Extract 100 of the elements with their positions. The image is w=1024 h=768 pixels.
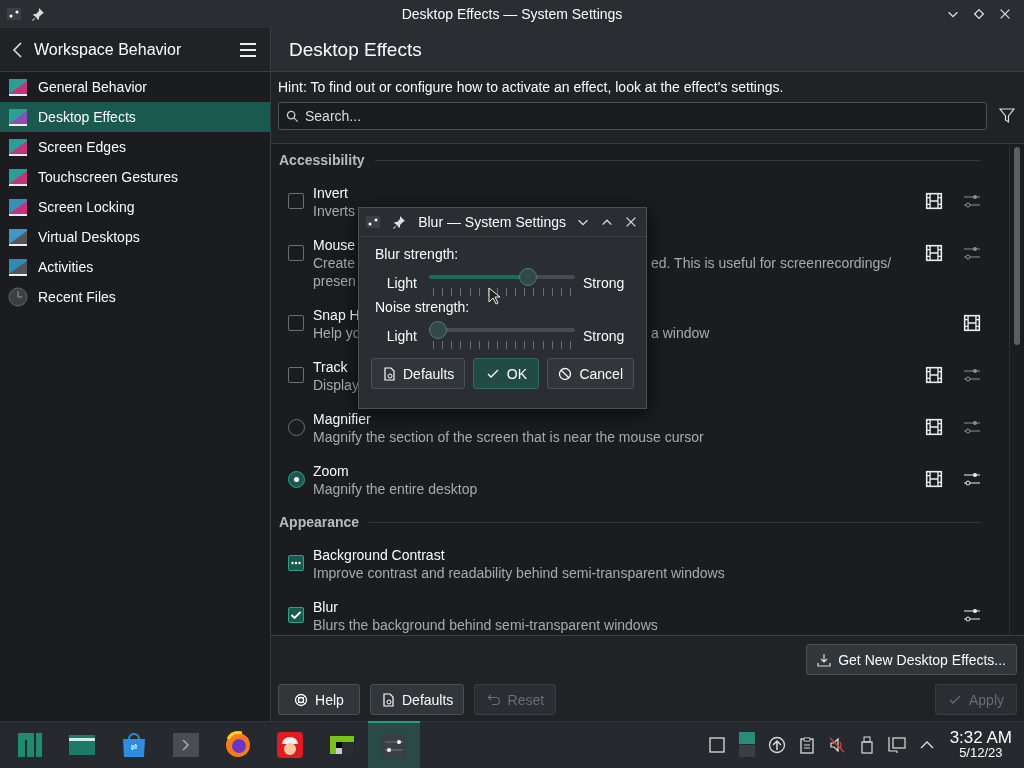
- effect-description: ed. This is useful for screenrecordings/: [651, 254, 892, 272]
- effect-description: Inverts: [313, 202, 355, 220]
- app-icon: [365, 214, 381, 230]
- effect-checkbox[interactable]: [288, 607, 304, 623]
- bag-icon: [120, 731, 148, 759]
- slider-max-label: Strong: [583, 327, 626, 344]
- slider-min-label: Light: [385, 327, 417, 344]
- cancel-icon: [558, 366, 573, 381]
- sidebar-item[interactable]: Activities: [0, 252, 270, 282]
- close-icon[interactable]: [998, 7, 1012, 21]
- sidebar-item[interactable]: Desktop Effects: [0, 102, 270, 132]
- effect-description: presen: [313, 272, 356, 290]
- clock-time[interactable]: 3:32 AM: [949, 730, 1012, 745]
- section-title: Appearance: [279, 514, 360, 530]
- video-icon[interactable]: [925, 470, 943, 488]
- app-icon: [6, 6, 22, 22]
- back-icon[interactable]: [12, 40, 24, 59]
- get-new-button[interactable]: Get New Desktop Effects...: [806, 644, 1017, 675]
- effect-description: Create: [313, 254, 356, 272]
- effect-title: Zoom: [313, 462, 349, 480]
- dialog-title: Blur — System Settings: [418, 214, 566, 230]
- effect-title: Track: [313, 358, 348, 376]
- update-icon[interactable]: [767, 736, 786, 754]
- strength-slider[interactable]: [429, 320, 575, 351]
- screen-icon: [8, 77, 28, 97]
- slider-min-label: Light: [385, 274, 417, 291]
- game-icon: [276, 731, 304, 759]
- configure-icon[interactable]: [963, 606, 981, 624]
- pin-icon[interactable]: [30, 6, 46, 22]
- video-icon[interactable]: [925, 418, 943, 436]
- video-icon[interactable]: [925, 192, 943, 210]
- sidebar-item[interactable]: General Behavior: [0, 72, 270, 102]
- browser-icon: [224, 731, 252, 759]
- undo-icon: [486, 692, 501, 707]
- video-icon[interactable]: [925, 366, 943, 384]
- filter-icon[interactable]: [999, 108, 1015, 124]
- slider-label: Noise strength:: [374, 299, 471, 317]
- strength-slider[interactable]: [429, 267, 575, 298]
- scrollbar-thumb[interactable]: [1014, 147, 1020, 345]
- effect-radio[interactable]: [287, 471, 305, 488]
- clock-icon: [8, 287, 28, 307]
- sidebar-item[interactable]: Screen Locking: [0, 192, 270, 222]
- effect-checkbox[interactable]: [288, 245, 304, 261]
- mute-icon[interactable]: [827, 736, 846, 754]
- effect-title: Mouse: [313, 236, 356, 254]
- mouse-pointer-icon: [488, 287, 500, 305]
- screen-icon: [8, 197, 28, 217]
- effect-title: Magnifier: [313, 410, 371, 428]
- settings-icon: [380, 732, 408, 760]
- effect-checkbox[interactable]: [288, 555, 304, 571]
- window-title: Desktop Effects — System Settings: [401, 6, 623, 22]
- help-button[interactable]: Help: [278, 684, 360, 715]
- device-icon[interactable]: [737, 732, 756, 758]
- configure-icon[interactable]: [963, 470, 981, 488]
- clock-date[interactable]: 5/12/23: [959, 745, 1003, 760]
- video-icon[interactable]: [925, 244, 943, 262]
- effect-description: Display: [313, 376, 359, 394]
- effect-checkbox[interactable]: [288, 193, 304, 209]
- search-field[interactable]: Search...: [278, 102, 987, 130]
- effect-description: Magnify the section of the screen that is near the mouse cursor: [313, 428, 704, 446]
- network-icon[interactable]: [887, 736, 906, 754]
- screen-icon: [8, 167, 28, 187]
- ok-button[interactable]: OK: [473, 358, 540, 389]
- section-title: Accessibility: [279, 152, 365, 168]
- effect-title: Background Contrast: [313, 546, 445, 564]
- clipboard-icon[interactable]: [797, 736, 816, 754]
- screen-icon: [8, 227, 28, 247]
- screen-icon: [8, 257, 28, 277]
- pin-icon[interactable]: [391, 214, 407, 230]
- screen-icon: [8, 137, 28, 157]
- video-icon[interactable]: [963, 314, 981, 332]
- screen-icon: [8, 107, 28, 127]
- effect-title: Blur: [313, 598, 338, 616]
- document-icon: [382, 366, 396, 381]
- effect-title: Snap H: [313, 306, 360, 324]
- defaults-button[interactable]: Defaults: [370, 684, 465, 715]
- screen-icon[interactable]: [707, 736, 726, 754]
- effect-checkbox[interactable]: [288, 315, 304, 331]
- sidebar-item[interactable]: Touchscreen Gestures: [0, 162, 270, 192]
- sidebar-item[interactable]: Recent Files: [0, 282, 270, 312]
- close-icon[interactable]: [624, 215, 638, 229]
- defaults-button[interactable]: Defaults: [371, 358, 466, 389]
- slider-label: Blur strength:: [374, 246, 460, 264]
- sidebar-item[interactable]: Virtual Desktops: [0, 222, 270, 252]
- logo-icon: [16, 731, 44, 759]
- effect-description: Improve contrast and readability behind semi-transparent windows: [313, 564, 725, 582]
- cancel-button[interactable]: Cancel: [547, 358, 634, 389]
- terminal-icon: [172, 731, 200, 759]
- page-title: Desktop Effects: [289, 38, 422, 61]
- maximize-icon[interactable]: [972, 7, 986, 21]
- effect-title: Invert: [313, 184, 348, 202]
- effect-checkbox[interactable]: [288, 367, 304, 383]
- hint-text: Hint: To find out or configure how to activate an effect, look at the effect's settings.: [277, 78, 785, 97]
- effect-description: Blurs the background behind semi-transparent windows: [313, 616, 658, 634]
- sidebar-item[interactable]: Screen Edges: [0, 132, 270, 162]
- download-icon: [817, 652, 832, 667]
- menu-icon[interactable]: [240, 42, 256, 57]
- sidebar-title: Workspace Behavior: [34, 40, 183, 59]
- effect-description: a window: [651, 324, 710, 342]
- lifebuoy-icon: [294, 692, 309, 707]
